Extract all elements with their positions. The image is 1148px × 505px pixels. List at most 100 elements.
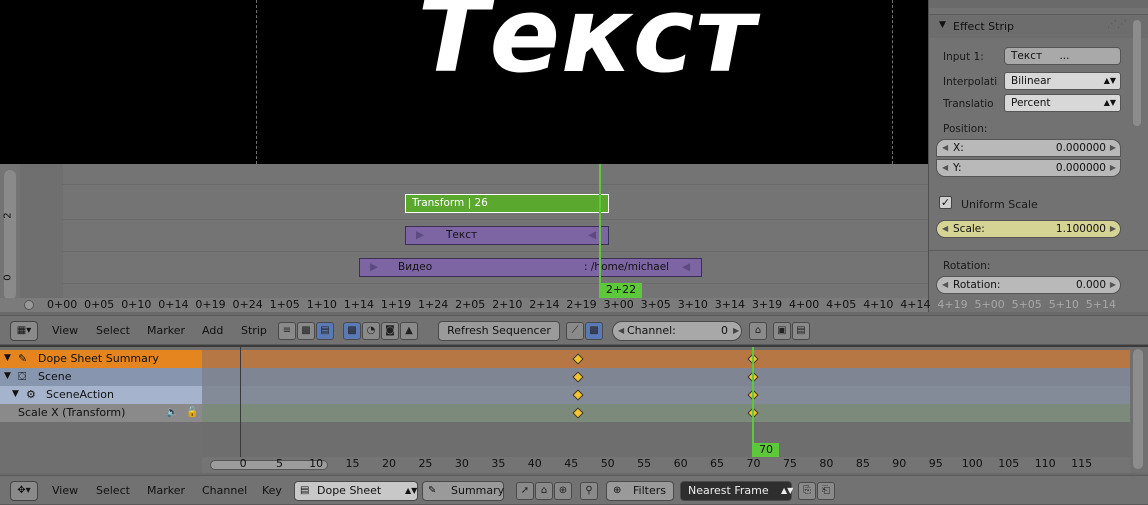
checker-icon[interactable]: ▩ [585, 322, 603, 340]
increment-arrow-icon[interactable]: ▶ [1110, 221, 1116, 237]
input-1-field[interactable]: Текст ... [1004, 47, 1121, 65]
channel-field[interactable]: ◀ Channel: 0 ▶ [612, 321, 742, 341]
summary-icon: ✎ [18, 352, 28, 365]
lock-icon[interactable]: 🔓 [186, 404, 198, 421]
rotation-field[interactable]: ◀ Rotation: 0.000 ▶ [936, 276, 1121, 294]
editor-type-button[interactable]: ▦▾ [10, 321, 38, 341]
y-label: Y: [953, 162, 962, 174]
translation-dropdown[interactable]: Percent ▲▼ [1004, 94, 1121, 112]
row-sceneaction[interactable]: ▼ ⚙ SceneAction [0, 386, 202, 404]
properties-scrollbar[interactable] [1133, 20, 1141, 126]
menu-select[interactable]: Select [96, 484, 130, 497]
menu-select[interactable]: Select [96, 324, 130, 337]
uniform-scale-label: Uniform Scale [961, 198, 1038, 211]
only-selected-icon[interactable]: ➚ [516, 482, 534, 500]
current-frame-indicator[interactable]: 2+22 [600, 283, 642, 298]
scale-field[interactable]: ◀ Scale: 1.100000 ▶ [936, 220, 1121, 238]
timeline-tick: 3+19 [751, 298, 783, 311]
menu-marker[interactable]: Marker [147, 484, 185, 497]
strip-right-handle-icon[interactable]: ◀ [682, 259, 690, 276]
display-image-icon[interactable]: ▩ [343, 322, 361, 340]
menu-view[interactable]: View [52, 324, 78, 337]
uniform-scale-checkbox[interactable]: ✓ [939, 196, 952, 209]
sequencer-timeline[interactable]: 2 0 Transform | 26 ▶ Текст ◀ ▶ Видео : /… [0, 164, 928, 312]
increment-arrow-icon[interactable]: ▶ [1110, 140, 1116, 156]
decrement-arrow-icon[interactable]: ◀ [942, 160, 948, 176]
current-frame-line[interactable] [599, 164, 601, 298]
dopesheet-current-frame-line[interactable] [752, 347, 754, 457]
decrement-arrow-icon[interactable]: ◀ [618, 322, 624, 340]
histogram-icon[interactable]: ▲ [400, 322, 418, 340]
strip-left-handle-icon[interactable]: ▶ [416, 227, 424, 244]
channel-value: 0 [721, 324, 728, 337]
mode-dropdown[interactable]: ▤ Dope Sheet ▲▼ [294, 481, 418, 501]
dopesheet-keyframe-area[interactable]: 70 [202, 347, 1130, 457]
chroma-vectorscope-icon[interactable]: ◙ [381, 322, 399, 340]
interpolation-dropdown[interactable]: Bilinear ▲▼ [1004, 72, 1121, 90]
strip-right-handle-icon[interactable]: ◀ [588, 227, 596, 244]
ruler-scroll-handle[interactable] [24, 300, 34, 310]
expand-triangle-icon[interactable]: ▼ [4, 350, 11, 367]
show-hidden-icon[interactable]: ⌂ [535, 482, 553, 500]
menu-channel[interactable]: Channel [202, 484, 247, 497]
row-dopesheet-summary[interactable]: ▼ ✎ Dope Sheet Summary [0, 350, 202, 368]
sequencer-preview[interactable]: Текст [0, 0, 928, 164]
decrement-arrow-icon[interactable]: ◀ [942, 277, 948, 293]
ghost-icon[interactable]: ⌂ [749, 322, 767, 340]
menu-key[interactable]: Key [262, 484, 282, 497]
collapse-triangle-icon[interactable]: ▼ [939, 20, 946, 30]
drag-handle-icon[interactable]: ⋰⋰ [1107, 19, 1127, 30]
row-scale-x[interactable]: Scale X (Transform) 🔈 🔓 [0, 404, 202, 422]
increment-arrow-icon[interactable]: ▶ [1110, 160, 1116, 176]
copy-keyframes-icon[interactable]: ⎘ [798, 482, 816, 500]
dopesheet-ruler[interactable]: 0 5 10 15 20 25 30 35 40 45 50 55 60 65 70 75 80 85 90 95 10… [202, 457, 1130, 473]
expand-triangle-icon[interactable]: ▼ [12, 386, 19, 403]
decrement-arrow-icon[interactable]: ◀ [942, 140, 948, 156]
refresh-sequencer-button[interactable]: Refresh Sequencer [438, 321, 560, 341]
paste-keyframes-icon[interactable]: ⎗ [817, 482, 835, 500]
strip-transform[interactable]: Transform | 26 [405, 194, 609, 213]
translation-value: Percent [1011, 97, 1051, 109]
menu-strip[interactable]: Strip [241, 324, 267, 337]
effect-strip-header[interactable]: ▼ Effect Strip ⋰⋰ [929, 14, 1148, 38]
sequencer-preview-icon[interactable]: ▤ [316, 322, 334, 340]
sequencer-view-icon[interactable]: ≡ [278, 322, 296, 340]
strip-left-handle-icon[interactable]: ▶ [370, 259, 378, 276]
increment-arrow-icon[interactable]: ▶ [1110, 277, 1116, 293]
dropdown-arrows-icon: ▲▼ [405, 486, 418, 495]
dopesheet-tick: 105 [998, 457, 1020, 470]
plus-icon: ⊕ [613, 485, 622, 496]
row-scene[interactable]: ▼ ⛋ Scene [0, 368, 202, 386]
preview-view-icon[interactable]: ▩ [297, 322, 315, 340]
render-animation-icon[interactable]: ▤ [792, 322, 810, 340]
luma-waveform-icon[interactable]: ◔ [362, 322, 380, 340]
timeline-tick: 3+14 [714, 298, 746, 311]
speaker-icon[interactable]: 🔈 [166, 404, 178, 421]
input-1-browse: ... [1059, 50, 1070, 62]
summary-toggle[interactable]: ✎ Summary [422, 481, 504, 501]
only-errors-icon[interactable]: ⊕ [554, 482, 572, 500]
overlay-icon[interactable]: ⟋ [566, 322, 584, 340]
timeline-tick: 1+05 [269, 298, 300, 311]
position-x-field[interactable]: ◀ X: 0.000000 ▶ [936, 139, 1121, 157]
menu-view[interactable]: View [52, 484, 78, 497]
filters-button[interactable]: ⊕ Filters [606, 481, 674, 501]
editor-type-button[interactable]: ✥▾ [10, 481, 38, 501]
snap-dropdown[interactable]: Nearest Frame ▲▼ [680, 481, 793, 501]
strip-text[interactable]: ▶ Текст ◀ [405, 226, 609, 245]
dopesheet-current-frame-indicator[interactable]: 70 [753, 443, 779, 457]
timeline-tick: 0+24 [232, 298, 263, 311]
timeline-tick: 5+14 [1085, 298, 1117, 311]
menu-add[interactable]: Add [202, 324, 223, 337]
expand-triangle-icon[interactable]: ▼ [4, 368, 11, 385]
search-icon[interactable]: ⚲ [580, 482, 598, 500]
position-y-field[interactable]: ◀ Y: 0.000000 ▶ [936, 159, 1121, 177]
timeline-ruler[interactable]: 0+00 0+05 0+10 0+14 0+19 0+24 1+05 1+10 1+14 1+19… [0, 298, 1116, 312]
dopesheet-vertical-scrollbar[interactable] [1133, 349, 1143, 469]
render-image-icon[interactable]: ▣ [773, 322, 791, 340]
increment-arrow-icon[interactable]: ▶ [733, 322, 739, 340]
strip-video[interactable]: ▶ Видео : /home/michael ◀ [359, 258, 702, 277]
menu-marker[interactable]: Marker [147, 324, 185, 337]
channel-separator [62, 251, 928, 252]
decrement-arrow-icon[interactable]: ◀ [942, 221, 948, 237]
